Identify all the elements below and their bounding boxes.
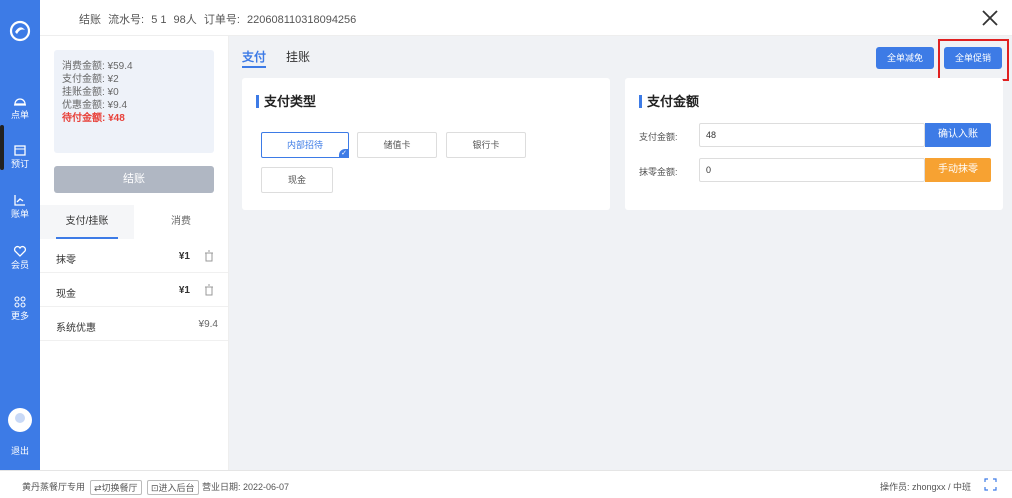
discount-amount: 优惠金额: ¥9.4: [62, 100, 128, 111]
avatar[interactable]: [8, 408, 32, 432]
guest-count: 98人: [173, 14, 197, 26]
payment-amount-card: 支付金额 支付金额: 48 确认入账 抹零金额: 0 手动抹零: [625, 78, 1003, 210]
status-bar: 黄丹蒸餐厅专用 ⇄切换餐厅 ⊡进入后台 营业日期: 2022-06-07 操作员…: [0, 470, 1012, 498]
amount-summary: 消费金额: ¥59.4 支付金额: ¥2 挂账金额: ¥0 优惠金额: ¥9.4…: [54, 50, 214, 153]
tab-consumption[interactable]: 消费: [134, 205, 228, 239]
payment-name: 抹零: [56, 255, 76, 266]
page-title: 结账: [79, 14, 101, 26]
paid-amount: 支付金额: ¥2: [62, 74, 119, 85]
serial-value: 5 1: [151, 14, 167, 26]
payment-amount: ¥1: [178, 251, 190, 262]
calendar-icon: [14, 145, 26, 156]
trash-icon[interactable]: [204, 250, 214, 262]
nav-item-booking[interactable]: 预订: [0, 144, 40, 170]
logo-icon: [9, 20, 31, 42]
paytype-internal-option[interactable]: 内部招待: [261, 132, 349, 158]
list-item: 系统优惠 ¥9.4: [40, 307, 228, 341]
logout-button[interactable]: 退出: [0, 444, 40, 457]
manual-round-button[interactable]: 手动抹零: [925, 158, 991, 182]
pay-amount-input[interactable]: 48: [699, 123, 925, 147]
order-number: 220608110318094256: [246, 14, 357, 26]
nav-label: 账单: [10, 209, 29, 219]
payment-amount: ¥9.4: [198, 319, 218, 330]
nav-label: 点单: [10, 110, 29, 120]
tab-payment-credit[interactable]: 支付/挂账: [40, 205, 134, 239]
payment-name: 现金: [56, 289, 76, 300]
order-label: 订单号:: [203, 14, 240, 26]
payment-name: 系统优惠: [56, 323, 96, 334]
left-nav: 点单 预订 账单 会员 更多 退出: [0, 0, 40, 470]
list-item: 现金 ¥1: [40, 273, 228, 307]
left-tabs: 支付/挂账 消费: [40, 205, 228, 239]
grid-icon: [14, 296, 26, 308]
switch-restaurant-button[interactable]: ⇄切换餐厅: [90, 480, 142, 495]
highlight-box: [938, 39, 1009, 81]
nav-item-member[interactable]: 会员: [0, 245, 40, 271]
chart-icon: [14, 195, 25, 206]
credit-amount: 挂账金额: ¥0: [62, 87, 119, 98]
paytype-bank-card-option[interactable]: 银行卡: [446, 132, 526, 158]
main-panel: 支付 挂账 全单减免 全单促销 支付类型 内部招待 储值卡 银行卡 现金 支付金…: [229, 36, 1012, 470]
payment-type-card: 支付类型 内部招待 储值卡 银行卡 现金: [242, 78, 610, 210]
business-date: 营业日期: 2022-06-07: [202, 482, 290, 492]
tab-pay[interactable]: 支付: [242, 48, 267, 68]
tab-credit[interactable]: 挂账: [286, 48, 310, 65]
drag-handle[interactable]: [0, 125, 4, 170]
order-info: 结账 流水号: 5 1 98人 订单号: 220608110318094256: [79, 11, 360, 27]
trash-icon[interactable]: [204, 284, 214, 296]
enter-backend-button[interactable]: ⊡进入后台: [147, 480, 199, 495]
checkout-button[interactable]: 结账: [54, 166, 214, 193]
bill-summary-panel: 消费金额: ¥59.4 支付金额: ¥2 挂账金额: ¥0 优惠金额: ¥9.4…: [40, 36, 229, 470]
close-icon[interactable]: [980, 8, 1000, 28]
payment-amount: ¥1: [178, 285, 190, 296]
round-amount-input[interactable]: 0: [699, 158, 925, 182]
list-item: 抹零 ¥1: [40, 239, 228, 273]
nav-label: 会员: [10, 260, 29, 270]
serial-label: 流水号:: [108, 14, 145, 26]
cloche-icon: [14, 98, 26, 106]
top-bar: 结账 流水号: 5 1 98人 订单号: 220608110318094256: [40, 0, 1012, 36]
confirm-entry-button[interactable]: 确认入账: [925, 123, 991, 147]
round-amount-label: 抹零金额:: [639, 167, 678, 177]
logout-label: 退出: [10, 446, 29, 456]
pay-amount-label: 支付金额:: [639, 132, 678, 142]
payment-amount-title: 支付金额: [639, 95, 699, 108]
payment-type-title: 支付类型: [256, 95, 316, 108]
scan-icon[interactable]: [984, 478, 997, 491]
due-amount: 待付金额: ¥48: [62, 113, 125, 124]
operator-info: 操作员: zhongxx / 中班: [880, 482, 972, 492]
heart-icon: [13, 245, 27, 257]
paytype-stored-card-option[interactable]: 储值卡: [357, 132, 437, 158]
full-discount-button[interactable]: 全单减免: [876, 47, 934, 69]
payment-list: 抹零 ¥1 现金 ¥1 系统优惠 ¥9.4: [40, 239, 228, 341]
nav-label: 更多: [10, 311, 29, 321]
nav-item-order[interactable]: 点单: [0, 95, 40, 121]
nav-label: 预订: [10, 159, 29, 169]
nav-item-bills[interactable]: 账单: [0, 194, 40, 220]
nav-item-more[interactable]: 更多: [0, 296, 40, 322]
consume-amount: 消费金额: ¥59.4: [62, 61, 133, 72]
restaurant-name: 黄丹蒸餐厅专用: [22, 482, 86, 492]
paytype-cash-option[interactable]: 现金: [261, 167, 333, 193]
